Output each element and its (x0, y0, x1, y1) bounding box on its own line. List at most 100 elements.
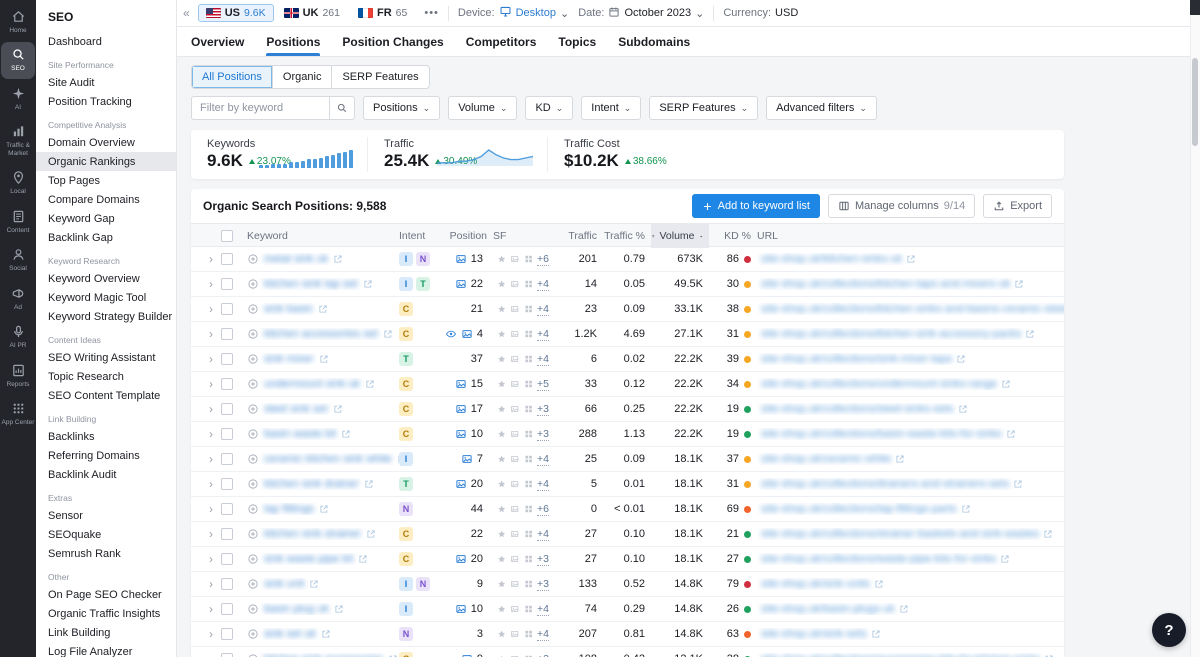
sidebar-item-keyword-strategy-builder[interactable]: Keyword Strategy Builder (36, 307, 176, 326)
url-cell[interactable]: site-shop.uk/collections/sink-mixer-taps (757, 353, 1064, 365)
url-cell[interactable]: site-shop.uk/collections/drainers-and-st… (757, 478, 1064, 490)
column-header-kd-[interactable]: KD % (709, 230, 757, 242)
add-keyword-icon[interactable] (247, 403, 259, 415)
keyword-filter-input[interactable] (191, 96, 329, 120)
row-checkbox[interactable] (221, 603, 233, 615)
filter-dropdown-advanced-filters[interactable]: Advanced filters ⌄ (766, 96, 877, 120)
url-cell[interactable]: site-shop.uk/collections/basin-waste-kit… (757, 428, 1064, 440)
external-link-icon[interactable] (958, 404, 968, 414)
tab-subdomains[interactable]: Subdomains (618, 27, 690, 56)
country-tab-uk[interactable]: UK 261 (276, 4, 348, 22)
external-link-icon[interactable] (319, 504, 329, 514)
device-selector[interactable]: Device: Desktop ⌄ (458, 5, 569, 21)
url-cell[interactable]: site-shop.uk/collections/steel-sinks-set… (757, 403, 1064, 415)
external-link-icon[interactable] (956, 354, 966, 364)
external-link-icon[interactable] (1043, 529, 1053, 539)
sf-more-count[interactable]: +4 (537, 603, 550, 616)
keyword-cell[interactable]: kitchen sink accessories (247, 653, 399, 657)
row-checkbox[interactable] (221, 553, 233, 565)
external-link-icon[interactable] (961, 504, 971, 514)
sf-more-count[interactable]: +6 (537, 503, 550, 516)
add-keyword-icon[interactable] (247, 528, 259, 540)
sidebar-item-compare-domains[interactable]: Compare Domains (36, 190, 176, 209)
row-checkbox[interactable] (221, 428, 233, 440)
external-link-icon[interactable] (365, 379, 375, 389)
row-expand-button[interactable]: › (201, 452, 221, 466)
column-header-url[interactable]: URL (757, 230, 1064, 242)
row-expand-button[interactable]: › (201, 502, 221, 516)
external-link-icon[interactable] (874, 579, 884, 589)
sidebar-item-organic-traffic-insights[interactable]: Organic Traffic Insights (36, 604, 176, 623)
row-checkbox[interactable] (221, 528, 233, 540)
external-link-icon[interactable] (358, 554, 368, 564)
sidebar-item-sensor[interactable]: Sensor (36, 506, 176, 525)
row-expand-button[interactable]: › (201, 402, 221, 416)
more-countries-button[interactable]: ••• (424, 7, 439, 19)
sf-more-count[interactable]: +3 (537, 653, 549, 657)
external-link-icon[interactable] (1013, 479, 1023, 489)
add-keyword-icon[interactable] (247, 603, 259, 615)
add-keyword-icon[interactable] (247, 303, 259, 315)
add-keyword-icon[interactable] (247, 278, 259, 290)
row-checkbox[interactable] (221, 403, 233, 415)
row-expand-button[interactable]: › (201, 302, 221, 316)
sidebar-item-link-building[interactable]: Link Building (36, 623, 176, 642)
tab-position-changes[interactable]: Position Changes (342, 27, 443, 56)
keyword-cell[interactable]: metal sink uk (247, 253, 399, 265)
sidebar-item-organic-rankings[interactable]: Organic Rankings (36, 152, 176, 171)
add-keyword-icon[interactable] (247, 503, 259, 515)
url-cell[interactable]: site-shop.uk/collections/kitchen-sinks-a… (757, 303, 1064, 315)
filter-dropdown-positions[interactable]: Positions ⌄ (363, 96, 441, 120)
keyword-cell[interactable]: sink waste pipe kit (247, 553, 399, 565)
row-checkbox[interactable] (221, 653, 233, 657)
url-cell[interactable]: site-shop.uk/collections/strainer-basket… (757, 528, 1064, 540)
export-button[interactable]: Export (983, 194, 1052, 218)
keyword-cell[interactable]: sink mixer (247, 353, 399, 365)
external-link-icon[interactable] (899, 604, 909, 614)
segment-all-positions[interactable]: All Positions (192, 66, 273, 88)
external-link-icon[interactable] (366, 529, 376, 539)
column-header-traffic[interactable]: Traffic (549, 230, 603, 242)
row-checkbox[interactable] (221, 353, 233, 365)
sidebar-item-keyword-magic-tool[interactable]: Keyword Magic Tool (36, 288, 176, 307)
external-link-icon[interactable] (334, 604, 344, 614)
sf-more-count[interactable]: +5 (537, 378, 550, 391)
row-expand-button[interactable]: › (201, 552, 221, 566)
external-link-icon[interactable] (333, 404, 343, 414)
external-link-icon[interactable] (1025, 329, 1035, 339)
add-keyword-icon[interactable] (247, 353, 259, 365)
segment-serp-features[interactable]: SERP Features (332, 66, 428, 88)
sidebar-item-backlink-audit[interactable]: Backlink Audit (36, 465, 176, 484)
sf-more-count[interactable]: +3 (537, 578, 550, 591)
url-cell[interactable]: site-shop.uk/collections/waste-pipe-kits… (757, 553, 1064, 565)
sidebar-item-on-page-seo-checker[interactable]: On Page SEO Checker (36, 585, 176, 604)
external-link-icon[interactable] (309, 579, 319, 589)
row-checkbox[interactable] (221, 503, 233, 515)
url-cell[interactable]: site-shop.uk/kitchen-sinks-uk (757, 253, 1064, 265)
row-checkbox[interactable] (221, 628, 233, 640)
external-link-icon[interactable] (364, 479, 374, 489)
keyword-cell[interactable]: kitchen sink drainer (247, 478, 399, 490)
keyword-cell[interactable]: steel sink set (247, 403, 399, 415)
rail-item-home[interactable]: Home (1, 4, 35, 40)
rail-item-content[interactable]: Content (1, 204, 35, 240)
add-keyword-icon[interactable] (247, 453, 259, 465)
add-keyword-icon[interactable] (247, 428, 259, 440)
external-link-icon[interactable] (363, 279, 373, 289)
add-keyword-icon[interactable] (247, 253, 259, 265)
row-checkbox[interactable] (221, 328, 233, 340)
row-checkbox[interactable] (221, 253, 233, 265)
filter-dropdown-intent[interactable]: Intent ⌄ (581, 96, 642, 120)
row-expand-button[interactable]: › (201, 627, 221, 641)
add-keyword-icon[interactable] (247, 328, 259, 340)
sidebar-item-backlinks[interactable]: Backlinks (36, 427, 176, 446)
row-expand-button[interactable]: › (201, 427, 221, 441)
tab-positions[interactable]: Positions (266, 27, 321, 56)
sidebar-item-seo-content-template[interactable]: SEO Content Template (36, 386, 176, 405)
keyword-cell[interactable]: basin waste kit (247, 428, 399, 440)
sf-more-count[interactable]: +3 (537, 553, 550, 566)
vertical-scrollbar[interactable] (1190, 0, 1200, 657)
keyword-cell[interactable]: undermount sink uk (247, 378, 399, 390)
filter-dropdown-kd[interactable]: KD ⌄ (525, 96, 574, 120)
sf-more-count[interactable]: +6 (537, 253, 550, 266)
